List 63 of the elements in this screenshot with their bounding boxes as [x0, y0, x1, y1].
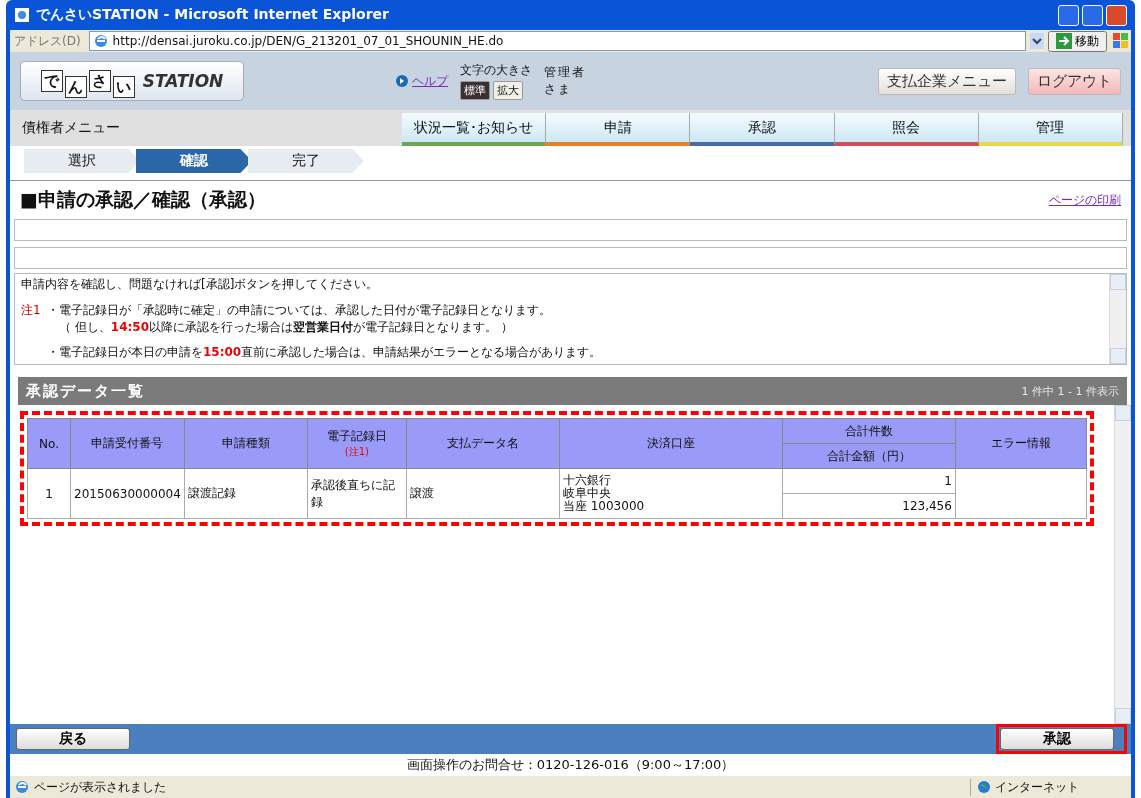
step-indicator: 完了: [248, 149, 364, 173]
menu-tab[interactable]: 管理: [978, 113, 1123, 146]
minimize-button[interactable]: [1058, 4, 1079, 26]
table-cell: 譲渡記録: [184, 468, 308, 519]
close-button[interactable]: [1106, 4, 1127, 26]
table-cell: 承認後直ちに記録: [307, 468, 407, 519]
column-header: 申請種類: [184, 418, 308, 469]
maximize-button[interactable]: [1082, 4, 1103, 26]
user-role: 管理者: [544, 64, 586, 81]
note-text: ・電子記録日が本日の申請を15:00直前に承認した場合は、申請結果がエラーとなる場合があります。: [47, 344, 602, 361]
instruction-text: 申請内容を確認し、問題なければ[承認]ボタンを押してください。: [21, 276, 380, 293]
logout-button[interactable]: ログアウト: [1028, 67, 1121, 95]
font-size-label: 文字の大きさ: [460, 62, 532, 79]
result-count: 1 件中 1 - 1 件表示: [1021, 383, 1119, 399]
site-logo[interactable]: で ん さ い STATION: [20, 61, 244, 101]
page-icon: [14, 779, 30, 795]
dropdown-icon[interactable]: [1030, 33, 1044, 49]
page-title: ■申請の承認／確認（承認）: [20, 187, 266, 212]
back-button[interactable]: 戻る: [16, 728, 130, 750]
help-link[interactable]: ヘルプ: [412, 72, 448, 90]
page-icon: [92, 33, 109, 49]
font-size-option[interactable]: 標準: [460, 81, 490, 100]
note-text: ・電子記録日が「承認時に確定」の申請については、承認した日付が電子記録日となります。: [47, 302, 552, 319]
column-header: 支払データ名: [406, 418, 560, 469]
zone-label: インターネット: [995, 778, 1079, 796]
font-size-option[interactable]: 拡大: [493, 81, 523, 100]
table-cell: 十六銀行 岐阜中央 当座 1003000: [559, 468, 783, 519]
column-header: 合計金額（円）: [782, 443, 956, 469]
menu-tab[interactable]: 照会: [834, 113, 979, 146]
column-header: 申請受付番号: [70, 418, 185, 469]
menu-tab[interactable]: 状況一覧･お知らせ: [402, 113, 547, 146]
address-field[interactable]: http://densai.juroku.co.jp/DEN/G_213201_07_01_SHOUNIN_HE.do: [88, 31, 1026, 51]
go-button[interactable]: 移動: [1048, 30, 1107, 52]
status-message: ページが表示されました: [34, 778, 167, 796]
honorific: さま: [544, 81, 573, 98]
note-text: （ 但し、14:50以降に承認を行った場合は翌営業日付が電子記録日となります。 ）: [58, 319, 514, 336]
table-cell: 1: [782, 468, 956, 494]
arrow-circle-icon: [396, 75, 408, 87]
menu-title: 債権者メニュー: [21, 118, 121, 137]
scrollbar[interactable]: [1109, 274, 1126, 364]
table-cell: 20150630000004: [70, 468, 185, 519]
column-header: No.: [27, 418, 71, 469]
menu-tab[interactable]: 申請: [546, 113, 691, 146]
arrow-icon: [1056, 33, 1072, 49]
browser-icon: [14, 7, 30, 23]
address-label: アドレス(D): [13, 32, 82, 50]
contact-text: 画面操作のお問合せ：0120-126-016（9:00～17:00）: [406, 756, 735, 774]
section-title: 承認データ一覧: [26, 381, 145, 401]
column-header: 決済口座: [559, 418, 783, 469]
menu-tab[interactable]: 承認: [690, 113, 835, 146]
column-header: エラー情報: [955, 418, 1087, 469]
column-header: 合計件数: [782, 418, 956, 444]
menu-button[interactable]: 支払企業メニュー: [878, 67, 1016, 95]
table-cell: 譲渡: [406, 468, 560, 519]
approve-button[interactable]: 承認: [1000, 728, 1114, 750]
table-cell: 1: [27, 468, 71, 519]
scrollbar[interactable]: [1114, 405, 1131, 724]
flag-logo-icon: [1111, 32, 1131, 50]
globe-icon: [977, 780, 991, 794]
column-header: 電子記録日 (注1): [307, 418, 407, 469]
note-label: 注1: [21, 302, 41, 319]
print-link[interactable]: ページの印刷: [1049, 191, 1121, 209]
window-title: でんさいSTATION - Microsoft Internet Explorer: [36, 6, 391, 24]
